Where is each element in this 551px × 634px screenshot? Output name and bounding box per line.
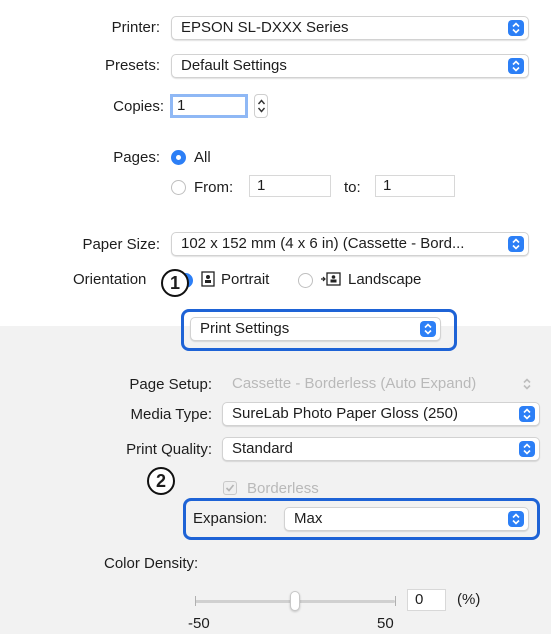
paper-size-popup[interactable]: 102 x 152 mm (4 x 6 in) (Cassette - Bord… xyxy=(171,232,529,256)
pages-from-label: From: xyxy=(194,179,234,196)
color-density-label: Color Density: xyxy=(104,555,199,572)
pages-to-value: 1 xyxy=(383,177,392,194)
color-density-min-label: -50 xyxy=(188,615,210,632)
chevron-updown-icon xyxy=(508,20,524,36)
chevron-updown-icon xyxy=(508,58,524,74)
color-density-input[interactable]: 0 xyxy=(407,589,446,611)
copies-input[interactable]: 1 xyxy=(170,94,248,118)
orientation-portrait-label: Portrait xyxy=(221,271,270,288)
printer-popup[interactable]: EPSON SL-DXXX Series xyxy=(171,16,529,40)
printer-value: EPSON SL-DXXX Series xyxy=(181,19,349,36)
pages-from-input[interactable]: 1 xyxy=(249,175,331,197)
orientation-landscape-label: Landscape xyxy=(348,271,422,288)
section-popup[interactable]: Print Settings xyxy=(190,317,441,341)
pages-to-input[interactable]: 1 xyxy=(375,175,455,197)
presets-label: Presets: xyxy=(104,57,160,74)
section-popup-value: Print Settings xyxy=(200,320,290,337)
paper-size-label: Paper Size: xyxy=(82,236,160,253)
callout-1: 1 xyxy=(161,269,189,297)
paper-size-value: 102 x 152 mm (4 x 6 in) (Cassette - Bord… xyxy=(181,235,465,252)
pages-to-label: to: xyxy=(344,179,361,196)
print-quality-value: Standard xyxy=(232,440,293,457)
chevron-updown-icon xyxy=(519,376,535,392)
color-density-unit: (%) xyxy=(457,591,481,608)
chevron-updown-icon xyxy=(508,511,524,527)
landscape-icon xyxy=(321,272,341,286)
media-type-label: Media Type: xyxy=(130,406,212,423)
orientation-landscape-radio[interactable] xyxy=(298,273,313,288)
color-density-max-label: 50 xyxy=(377,615,394,632)
page-setup-label: Page Setup: xyxy=(129,376,212,393)
printer-label: Printer: xyxy=(111,19,160,36)
pages-from-radio[interactable] xyxy=(171,180,186,195)
borderless-checkbox[interactable] xyxy=(223,481,237,495)
copies-stepper[interactable] xyxy=(254,94,268,118)
borderless-label: Borderless xyxy=(247,480,319,497)
page-setup-value: Cassette - Borderless (Auto Expand) xyxy=(232,375,477,392)
color-density-value: 0 xyxy=(415,591,424,608)
pages-all-radio[interactable] xyxy=(171,150,186,165)
chevron-updown-icon xyxy=(519,441,535,457)
expansion-popup[interactable]: Max xyxy=(284,507,529,531)
pages-all-label: All xyxy=(194,149,211,166)
print-quality-popup[interactable]: Standard xyxy=(222,437,540,461)
portrait-icon xyxy=(201,271,215,287)
chevron-updown-icon xyxy=(519,406,535,422)
page-setup-popup[interactable]: Cassette - Borderless (Auto Expand) xyxy=(222,372,540,396)
chevron-updown-icon xyxy=(508,236,524,252)
stepper-arrows-icon xyxy=(257,99,266,113)
print-quality-label: Print Quality: xyxy=(126,441,212,458)
slider-tick-min xyxy=(195,596,196,606)
orientation-label: Orientation xyxy=(73,271,147,288)
media-type-value: SureLab Photo Paper Gloss (250) xyxy=(232,405,458,422)
presets-popup[interactable]: Default Settings xyxy=(171,54,529,78)
copies-label: Copies: xyxy=(113,98,164,115)
media-type-popup[interactable]: SureLab Photo Paper Gloss (250) xyxy=(222,402,540,426)
pages-label: Pages: xyxy=(113,149,160,166)
chevron-updown-icon xyxy=(420,321,436,337)
checkmark-icon xyxy=(225,484,235,492)
callout-2: 2 xyxy=(147,467,175,495)
presets-value: Default Settings xyxy=(181,57,287,74)
color-density-slider-knob[interactable] xyxy=(290,591,300,611)
slider-tick-max xyxy=(395,596,396,606)
expansion-value: Max xyxy=(294,510,323,527)
pages-from-value: 1 xyxy=(257,177,266,194)
expansion-label: Expansion: xyxy=(193,510,268,527)
copies-value: 1 xyxy=(177,97,186,114)
